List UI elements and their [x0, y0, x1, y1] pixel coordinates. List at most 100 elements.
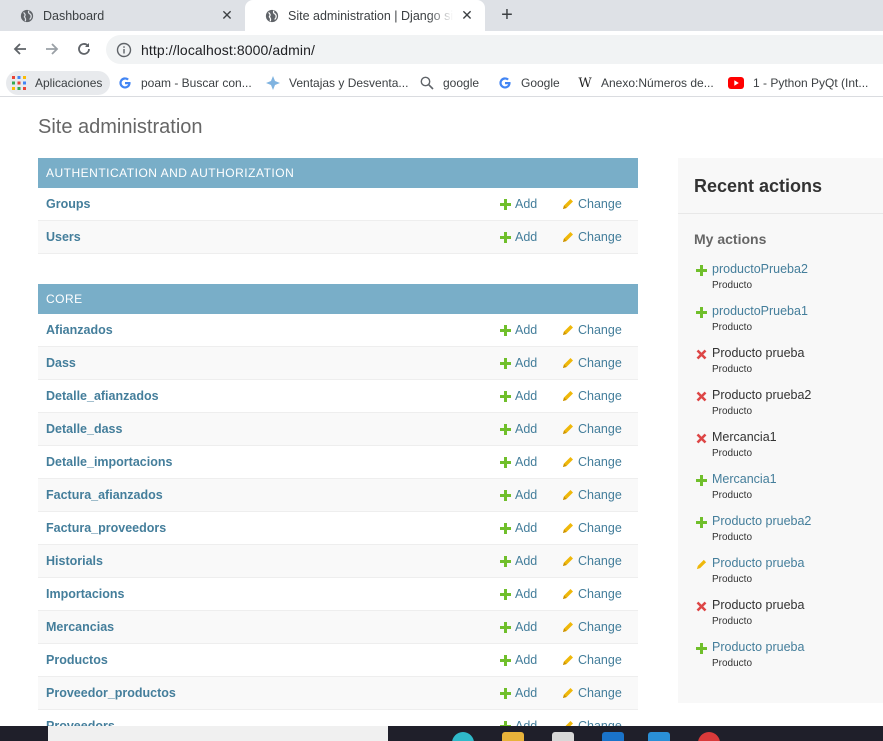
add-label: Add [515, 488, 538, 502]
model-link[interactable]: Afianzados [46, 323, 113, 337]
model-row: Historials Add Change [38, 545, 638, 578]
change-label: Change [578, 521, 622, 535]
pencil-icon [696, 559, 707, 570]
add-link[interactable]: Add [500, 230, 537, 244]
add-link[interactable]: Add [500, 488, 537, 502]
taskbar-search[interactable] [48, 726, 388, 741]
change-link[interactable]: Change [562, 488, 622, 502]
change-link[interactable]: Change [562, 230, 622, 244]
module-core: Core Afianzados Add Change Dass Add Change Deta… [38, 284, 638, 728]
add-label: Add [515, 389, 538, 403]
edge-icon[interactable] [452, 732, 474, 741]
recent-action-type: Producto [712, 658, 753, 669]
tab-site-administration[interactable]: Site administration | Django site admin … [245, 0, 485, 31]
module-caption[interactable]: Authentication and Authorization [38, 158, 638, 188]
youtube-icon [728, 76, 744, 90]
model-link[interactable]: Groups [46, 197, 90, 211]
recent-action-name[interactable]: productoPrueba2 [712, 262, 808, 276]
change-link[interactable]: Change [562, 620, 622, 634]
model-link[interactable]: Users [46, 230, 81, 244]
add-link[interactable]: Add [500, 389, 537, 403]
recent-action-name: Mercancia1 [712, 430, 777, 444]
change-link[interactable]: Change [562, 455, 622, 469]
model-link[interactable]: Productos [46, 653, 108, 667]
plus-icon [500, 588, 511, 600]
module-auth: Authentication and Authorization Groups Ad… [38, 158, 638, 254]
plus-icon [500, 423, 511, 435]
change-label: Change [578, 686, 622, 700]
model-link[interactable]: Dass [46, 356, 76, 370]
model-link[interactable]: Mercancias [46, 620, 114, 634]
change-link[interactable]: Change [562, 521, 622, 535]
model-link[interactable]: Importacions [46, 587, 125, 601]
bookmark-google[interactable]: Google [498, 71, 560, 95]
add-label: Add [515, 455, 538, 469]
add-link[interactable]: Add [500, 686, 537, 700]
change-link[interactable]: Change [562, 389, 622, 403]
add-link[interactable]: Add [500, 620, 537, 634]
address-bar[interactable]: http://localhost:8000/admin/ [106, 35, 883, 64]
change-link[interactable]: Change [562, 587, 622, 601]
change-link[interactable]: Change [562, 686, 622, 700]
add-link[interactable]: Add [500, 323, 537, 337]
google-icon [118, 76, 132, 90]
bookmark-anexo[interactable]: W Anexo:Números de... [578, 71, 714, 95]
add-link[interactable]: Add [500, 587, 537, 601]
recent-action-name[interactable]: Producto prueba [712, 640, 804, 654]
pencil-icon [563, 655, 573, 665]
mail-icon[interactable] [602, 732, 624, 741]
model-row: Factura_afianzados Add Change [38, 479, 638, 512]
model-link[interactable]: Factura_afianzados [46, 488, 163, 502]
bookmark-label: Anexo:Números de... [601, 76, 714, 90]
add-link[interactable]: Add [500, 653, 537, 667]
close-icon[interactable]: ✕ [459, 7, 475, 24]
reload-button[interactable] [73, 38, 95, 60]
chrome-icon[interactable] [698, 732, 720, 741]
bookmark-google-search[interactable]: google [420, 71, 479, 95]
add-link[interactable]: Add [500, 197, 537, 211]
change-link[interactable]: Change [562, 422, 622, 436]
recent-action-name[interactable]: Mercancia1 [712, 472, 777, 486]
bookmark-aplicaciones[interactable]: Aplicaciones [6, 71, 111, 95]
bookmark-poam[interactable]: poam - Buscar con... [118, 71, 252, 95]
add-link[interactable]: Add [500, 521, 537, 535]
model-link[interactable]: Detalle_dass [46, 422, 122, 436]
add-label: Add [515, 323, 538, 337]
recent-action-name[interactable]: Producto prueba2 [712, 514, 811, 528]
new-tab-button[interactable]: + [496, 4, 518, 26]
page-title: Site administration [38, 116, 203, 138]
change-link[interactable]: Change [562, 554, 622, 568]
model-link[interactable]: Factura_proveedors [46, 521, 166, 535]
info-icon[interactable] [116, 42, 132, 58]
google-icon [498, 76, 512, 90]
divider [678, 213, 883, 214]
model-link[interactable]: Historials [46, 554, 103, 568]
store-icon[interactable] [552, 732, 574, 741]
model-row: Afianzados Add Change [38, 314, 638, 347]
module-caption[interactable]: Core [38, 284, 638, 314]
add-link[interactable]: Add [500, 356, 537, 370]
add-link[interactable]: Add [500, 422, 537, 436]
model-link[interactable]: Proveedor_productos [46, 686, 176, 700]
model-link[interactable]: Detalle_importacions [46, 455, 172, 469]
close-icon[interactable]: ✕ [219, 7, 235, 24]
model-link[interactable]: Detalle_afianzados [46, 389, 159, 403]
add-link[interactable]: Add [500, 554, 537, 568]
change-link[interactable]: Change [562, 356, 622, 370]
recent-action-name[interactable]: Producto prueba [712, 556, 804, 570]
add-link[interactable]: Add [500, 455, 537, 469]
bookmark-python-pyqt[interactable]: 1 - Python PyQt (Int... [728, 71, 868, 95]
folder-icon[interactable] [502, 732, 524, 741]
recent-action-name[interactable]: productoPrueba1 [712, 304, 808, 318]
forward-button[interactable] [41, 38, 63, 60]
change-link[interactable]: Change [562, 653, 622, 667]
vscode-icon[interactable] [648, 732, 670, 741]
back-button[interactable] [9, 38, 31, 60]
tab-dashboard[interactable]: Dashboard ✕ [0, 0, 245, 31]
change-link[interactable]: Change [562, 323, 622, 337]
plus-icon [500, 198, 511, 210]
plus-icon [696, 265, 707, 276]
change-link[interactable]: Change [562, 197, 622, 211]
bookmark-ventajas[interactable]: Ventajas y Desventa... [266, 71, 408, 95]
change-label: Change [578, 389, 622, 403]
